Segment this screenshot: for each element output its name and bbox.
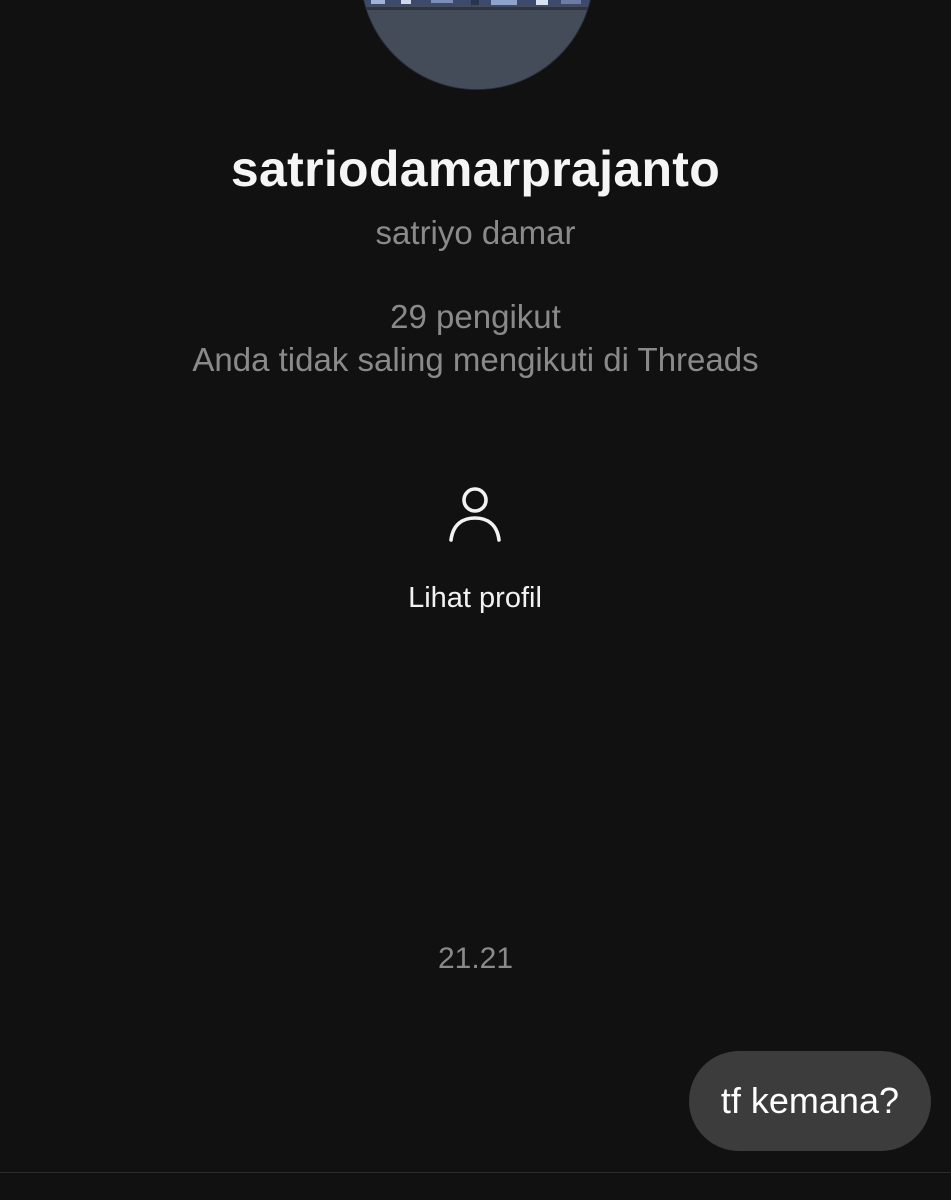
view-profile-label: Lihat profil bbox=[408, 582, 542, 614]
avatar-photo bbox=[361, 0, 593, 89]
profile-avatar[interactable] bbox=[360, 0, 594, 90]
message-timestamp: 21.21 bbox=[437, 942, 514, 975]
profile-username: satriodamarprajanto bbox=[230, 141, 721, 197]
follower-count: 29 pengikut bbox=[390, 298, 561, 335]
view-profile-button[interactable]: Lihat profil bbox=[375, 478, 575, 623]
composer-divider bbox=[0, 1172, 951, 1173]
profile-full-name: satriyo damar bbox=[375, 214, 576, 251]
message-bubble-outgoing[interactable]: tf kemana? bbox=[688, 1051, 931, 1151]
mutual-follow-note: Anda tidak saling mengikuti di Threads bbox=[192, 341, 759, 378]
person-icon bbox=[449, 487, 501, 542]
